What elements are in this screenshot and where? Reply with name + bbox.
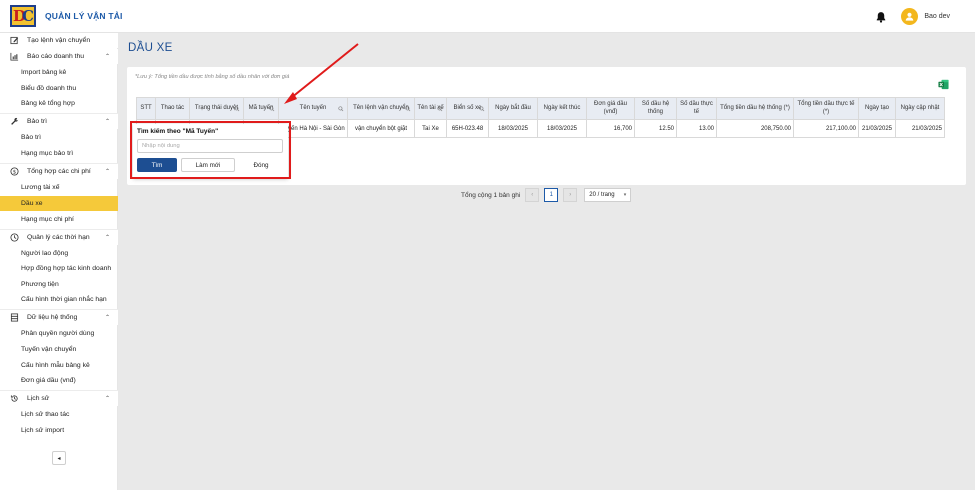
sidebar-item-maintenance[interactable]: Bảo trì ⌃ [0, 114, 118, 129]
col-system-fuel: Số dầu hệ thống [634, 97, 677, 120]
chevron-up-icon: ⌃ [104, 235, 110, 241]
col-order-name: Tên lệnh vận chuyển [347, 97, 415, 120]
col-approval-status: Trạng thái duyệt [189, 97, 244, 120]
bell-icon[interactable] [875, 11, 887, 23]
sidebar-item-maintenance-sub[interactable]: Bảo trì [0, 130, 118, 145]
search-icon[interactable] [479, 106, 485, 112]
sidebar-item-business-contracts[interactable]: Hợp đồng hợp tác kinh doanh [0, 261, 118, 276]
collapse-sidebar-button[interactable]: ◂ [52, 451, 66, 465]
sidebar-item-reminder-config[interactable]: Cấu hình thời gian nhắc hạn [0, 292, 118, 307]
sidebar-item-import-statement[interactable]: Import bảng kê [0, 65, 118, 80]
prev-page-button[interactable]: ‹ [525, 188, 540, 202]
database-icon [10, 313, 19, 322]
col-created-date: Ngày tạo [858, 97, 896, 120]
table-header-row: STT Thao tác Trạng thái duyệt Mã tuyến T… [136, 97, 945, 120]
clock-icon [10, 233, 19, 242]
chevron-up-icon: ⌃ [104, 396, 110, 402]
sidebar-item-user-permissions[interactable]: Phân quyền người dùng [0, 326, 118, 341]
col-actions: Thao tác [155, 97, 190, 120]
search-icon[interactable] [234, 106, 240, 112]
col-fuel-price: Đơn giá dầu (vnđ) [586, 97, 635, 120]
chevron-up-icon: ⌃ [104, 315, 110, 321]
search-icon[interactable] [405, 106, 411, 112]
col-route-name: Tên tuyến [278, 97, 348, 120]
sidebar-item-deadline-management[interactable]: Quản lý các thời hạn ⌃ [0, 230, 118, 245]
sidebar-item-create-order[interactable]: Tạo lệnh vận chuyển [0, 33, 118, 48]
sidebar: Tạo lệnh vận chuyển Báo cáo doanh thu ⌃ … [0, 33, 118, 490]
excel-export-icon[interactable] [938, 79, 949, 90]
top-header: DC QUẢN LÝ VẬN TẢI Bao dev [0, 0, 975, 33]
chevron-left-icon: ‹ [531, 192, 534, 198]
chevron-right-icon: › [569, 192, 572, 198]
chart-icon [10, 52, 19, 61]
wrench-icon [11, 117, 19, 125]
logo-icon[interactable]: DC [10, 5, 36, 27]
chevron-down-icon: ▾ [623, 192, 627, 198]
total-records: Tổng cộng 1 bản ghi [461, 191, 521, 199]
sidebar-item-maintenance-category[interactable]: Hạng mục bảo trì [0, 146, 118, 161]
chevron-up-icon: ⌃ [104, 54, 110, 60]
page-title: DẦU XE [128, 42, 173, 54]
sidebar-item-import-history[interactable]: Lịch sử import [0, 423, 118, 438]
history-icon [10, 395, 18, 402]
sidebar-item-action-history[interactable]: Lịch sử thao tác [0, 407, 118, 422]
sidebar-item-routes[interactable]: Tuyến vận chuyển [0, 342, 118, 357]
sidebar-item-history[interactable]: Lịch sử ⌃ [0, 391, 118, 406]
sidebar-item-revenue-chart[interactable]: Biểu đồ doanh thu [0, 81, 118, 96]
sidebar-item-cost-category[interactable]: Hạng mục chi phí [0, 212, 118, 227]
chevron-up-icon: ⌃ [104, 119, 110, 125]
sidebar-item-employees[interactable]: Người lao động [0, 246, 118, 261]
avatar-icon[interactable] [901, 8, 919, 25]
page-button[interactable]: 1 [544, 188, 559, 202]
col-updated-date: Ngày cập nhật [895, 97, 945, 120]
note-text: *Lưu ý: Tổng tiền dầu được tính bằng số … [135, 74, 290, 80]
sidebar-item-statement-template[interactable]: Cấu hình mẫu bảng kê [0, 358, 118, 373]
sidebar-item-fuel[interactable]: Dầu xe [0, 196, 118, 211]
app-title: QUẢN LÝ VẬN TẢI [45, 11, 123, 21]
user-name[interactable]: Bao dev [924, 13, 950, 20]
search-icon[interactable] [338, 106, 344, 112]
edit-icon [10, 36, 19, 45]
sidebar-item-vehicles[interactable]: Phương tiện [0, 277, 118, 292]
col-end-date: Ngày kết thúc [537, 97, 587, 120]
sidebar-item-system-data[interactable]: Dữ liệu hệ thống ⌃ [0, 310, 118, 325]
sidebar-item-driver-salary[interactable]: Lương tài xế [0, 180, 118, 195]
search-icon[interactable] [269, 106, 275, 112]
col-stt: STT [136, 97, 156, 120]
annotation-highlight-box [130, 121, 291, 179]
sidebar-item-cost-summary[interactable]: $ Tổng hợp các chi phí ⌃ [0, 164, 118, 179]
col-route-code: Mã tuyến [243, 97, 279, 120]
col-actual-fuel: Số dầu thực tế [676, 97, 717, 120]
col-plate-number: Biển số xe [446, 97, 489, 120]
svg-text:$: $ [13, 169, 16, 175]
sidebar-item-summary-statement[interactable]: Bảng kê tổng hợp [0, 96, 118, 111]
col-start-date: Ngày bắt đầu [488, 97, 538, 120]
pagination: Tổng cộng 1 bản ghi ‹ 1 › 20 / trang ▾ [461, 188, 632, 202]
main-content: DẦU XE *Lưu ý: Tổng tiền dầu được tính b… [118, 33, 975, 490]
chevron-left-icon: ◂ [57, 455, 61, 462]
col-actual-total: Tổng tiền dầu thực tế (*) [793, 97, 859, 120]
money-icon: $ [10, 167, 19, 176]
chevron-up-icon: ⌃ [104, 169, 110, 175]
page-size-select[interactable]: 20 / trang ▾ [584, 188, 632, 202]
col-system-total: Tổng tiền dầu hệ thống (*) [716, 97, 794, 120]
sidebar-item-fuel-price[interactable]: Đơn giá dầu (vnđ) [0, 373, 118, 388]
sidebar-item-revenue-report[interactable]: Báo cáo doanh thu ⌃ [0, 49, 118, 64]
col-driver-name: Tên tài xế [414, 97, 447, 120]
next-page-button[interactable]: › [563, 188, 578, 202]
search-icon[interactable] [437, 106, 443, 112]
